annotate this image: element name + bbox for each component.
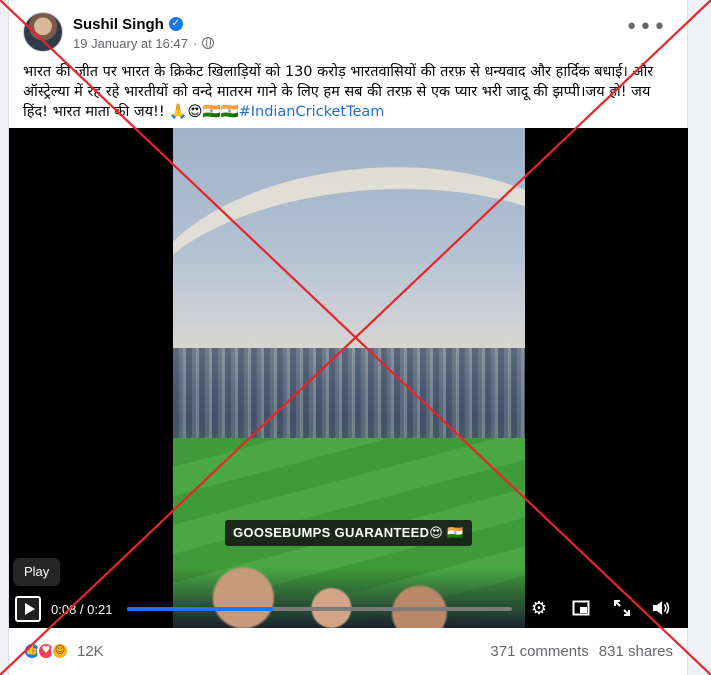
post-header: Sushil Singh ✓ 19 January at 16:47 · ••• [23,12,673,56]
progress-fill [127,607,274,611]
play-button[interactable] [15,596,41,622]
reaction-icons[interactable]: 👍 ♥ ☺ [23,642,69,660]
video-time: 0:08 / 0:21 [51,602,112,617]
picture-in-picture-icon[interactable] [571,599,591,619]
reactions-bar: 👍 ♥ ☺ 12K 371 comments 831 shares [23,638,673,664]
play-tooltip: Play [13,558,61,586]
post-meta: 19 January at 16:47 · [73,35,215,51]
post-text: भारत की जीत पर भारत के क्रिकेट खिलाड़ियो… [23,62,673,122]
hashtag-link[interactable]: #IndianCricketTeam [239,104,385,120]
fullscreen-icon[interactable] [612,599,632,619]
settings-icon[interactable]: ⚙ [529,599,549,619]
current-time: 0:08 [51,602,77,617]
author-name[interactable]: Sushil Singh [73,16,164,33]
more-options-icon[interactable]: ••• [625,17,667,39]
globe-icon [202,37,215,49]
reaction-count[interactable]: 12K [77,643,104,660]
post-timestamp[interactable]: 19 January at 16:47 [73,36,188,51]
post-stats: 371 comments 831 shares [490,643,673,660]
shares-count[interactable]: 831 shares [599,643,673,660]
video-caption: GOOSEBUMPS GUARANTEED😍 🇮🇳 [225,520,472,546]
author-row: Sushil Singh ✓ [73,14,183,34]
video-frame[interactable]: GOOSEBUMPS GUARANTEED😍 🇮🇳 [173,128,525,628]
duration: 0:21 [87,602,113,617]
avatar[interactable] [23,12,63,52]
facebook-post: Sushil Singh ✓ 19 January at 16:47 · •••… [8,0,688,675]
comments-count[interactable]: 371 comments [490,643,588,660]
care-reaction-icon: ☺ [51,642,69,660]
video-controls: 0:08 / 0:21 ⚙ [9,594,688,628]
volume-icon[interactable] [651,599,671,619]
meta-separator: · [192,35,198,51]
stadium-roof [173,151,525,355]
progress-bar[interactable] [127,607,512,611]
video-player[interactable]: GOOSEBUMPS GUARANTEED😍 🇮🇳 Play 0:08 / 0:… [9,128,688,628]
verified-badge-icon: ✓ [168,17,183,31]
time-separator: / [76,602,88,617]
stadium-stands [173,348,525,438]
